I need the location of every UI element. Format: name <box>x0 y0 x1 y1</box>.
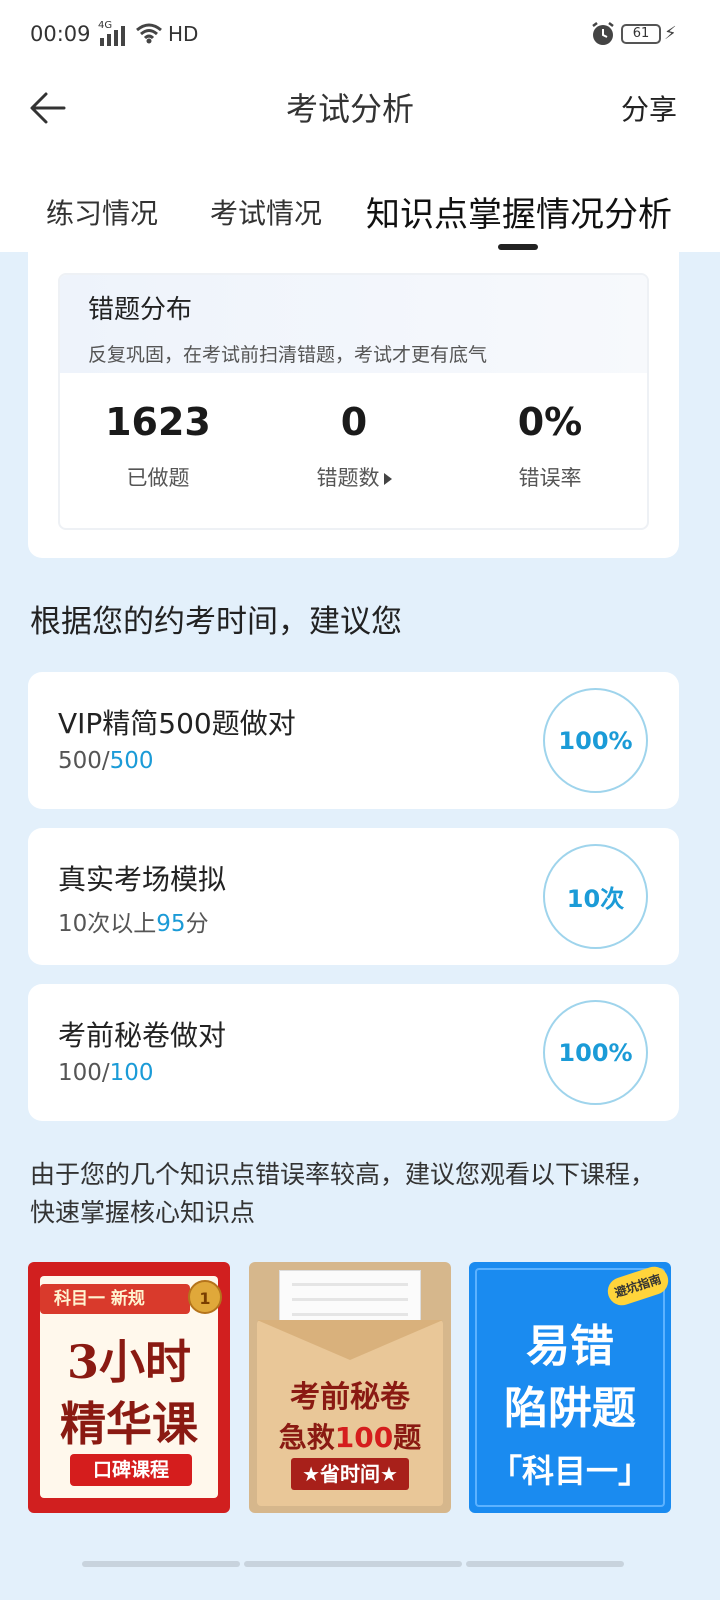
stat-wrong-count[interactable]: 0 错题数 <box>256 400 452 492</box>
task-progress-ring: 100% <box>543 1000 648 1105</box>
stat-rate-value: 0% <box>517 400 583 444</box>
error-card-title: 错题分布 <box>88 295 193 325</box>
course-card-secret-paper[interactable]: 考前秘卷 急救100题 ★省时间★ <box>249 1262 451 1513</box>
course-title-line1: 易错 <box>526 1321 614 1372</box>
medal-icon: 1 <box>188 1280 222 1314</box>
course-subtitle: 「科目一」 <box>489 1452 650 1490</box>
course-title-line2: 急救100题 <box>278 1421 422 1454</box>
error-card-subtitle: 反复巩固，在考试前扫清错题，考试才更有底气 <box>88 344 488 366</box>
play-arrow-icon <box>383 473 392 485</box>
task-progress: 500/500 <box>58 748 154 774</box>
envelope-icon: 考前秘卷 急救100题 ★省时间★ <box>257 1320 443 1506</box>
cellular-signal-icon: 4G <box>98 20 125 46</box>
task-progress: 10次以上95分 <box>58 911 209 937</box>
course-poster: 科目一 新规 1 3小时 精华课 口碑课程 <box>40 1276 222 1498</box>
stat-error-rate: 0% 错误率 <box>452 400 647 492</box>
task-card-secret-paper[interactable]: 考前秘卷做对 100/100 100% <box>28 984 679 1121</box>
tab-exam[interactable]: 考试情况 <box>210 192 322 232</box>
share-button[interactable]: 分享 <box>621 88 677 128</box>
stat-wrong-value: 0 <box>340 400 368 444</box>
tab-practice[interactable]: 练习情况 <box>46 192 158 232</box>
task-progress: 100/100 <box>58 1060 154 1086</box>
course-title-line1: 考前秘卷 <box>290 1380 410 1415</box>
hd-indicator: HD <box>168 22 199 46</box>
task-card-mock-exam[interactable]: 真实考场模拟 10次以上95分 10次 <box>28 828 679 965</box>
task-card-vip500[interactable]: VIP精简500题做对 500/500 100% <box>28 672 679 809</box>
charging-icon: ⚡ <box>664 23 677 44</box>
task-name: 真实考场模拟 <box>58 863 227 896</box>
alarm-icon <box>590 21 616 52</box>
course-tag: 口碑课程 <box>70 1454 192 1486</box>
course-intro: 由于您的几个知识点错误率较高，建议您观看以下课程，快速掌握核心知识点 <box>30 1160 656 1227</box>
tab-knowledge-analysis[interactable]: 知识点掌握情况分析 <box>366 187 672 236</box>
wifi-icon <box>135 22 163 49</box>
task-progress-ring: 100% <box>543 688 648 793</box>
course-ribbon: 科目一 新规 <box>40 1284 190 1314</box>
task-name: 考前秘卷做对 <box>58 1019 227 1052</box>
battery-icon: 61 <box>621 24 661 44</box>
course-card-trap-questions[interactable]: 避坑指南 易错 陷阱题 「科目一」 <box>469 1262 671 1513</box>
status-bar: 00:09 4G HD 61 ⚡ <box>0 18 720 54</box>
course-title-line1: 3小时 <box>66 1335 191 1389</box>
task-name: VIP精简500题做对 <box>58 707 296 740</box>
task-progress-ring: 10次 <box>543 844 648 949</box>
suggest-heading: 根据您的约考时间，建议您 <box>30 604 402 640</box>
active-tab-indicator <box>498 244 538 250</box>
course-title-line2: 精华课 <box>60 1397 198 1451</box>
stat-done-label: 已做题 <box>126 466 190 490</box>
course-tag: ★省时间★ <box>291 1458 409 1490</box>
stat-done-value: 1623 <box>105 400 211 444</box>
stat-done: 1623 已做题 <box>60 400 256 492</box>
error-distribution-card: 错题分布 反复巩固，在考试前扫清错题，考试才更有底气 1623 已做题 0 错题… <box>58 273 649 530</box>
network-type: 4G <box>98 20 113 31</box>
error-card-header: 错题分布 反复巩固，在考试前扫清错题，考试才更有底气 <box>60 275 647 373</box>
course-title-line2: 陷阱题 <box>504 1383 636 1434</box>
page-title: 考试分析 <box>285 90 414 128</box>
course-card-3hour[interactable]: 科目一 新规 1 3小时 精华课 口碑课程 <box>28 1262 230 1513</box>
stat-wrong-label: 错题数 <box>256 462 452 492</box>
status-time: 00:09 <box>30 22 91 46</box>
stat-rate-label: 错误率 <box>518 466 582 490</box>
